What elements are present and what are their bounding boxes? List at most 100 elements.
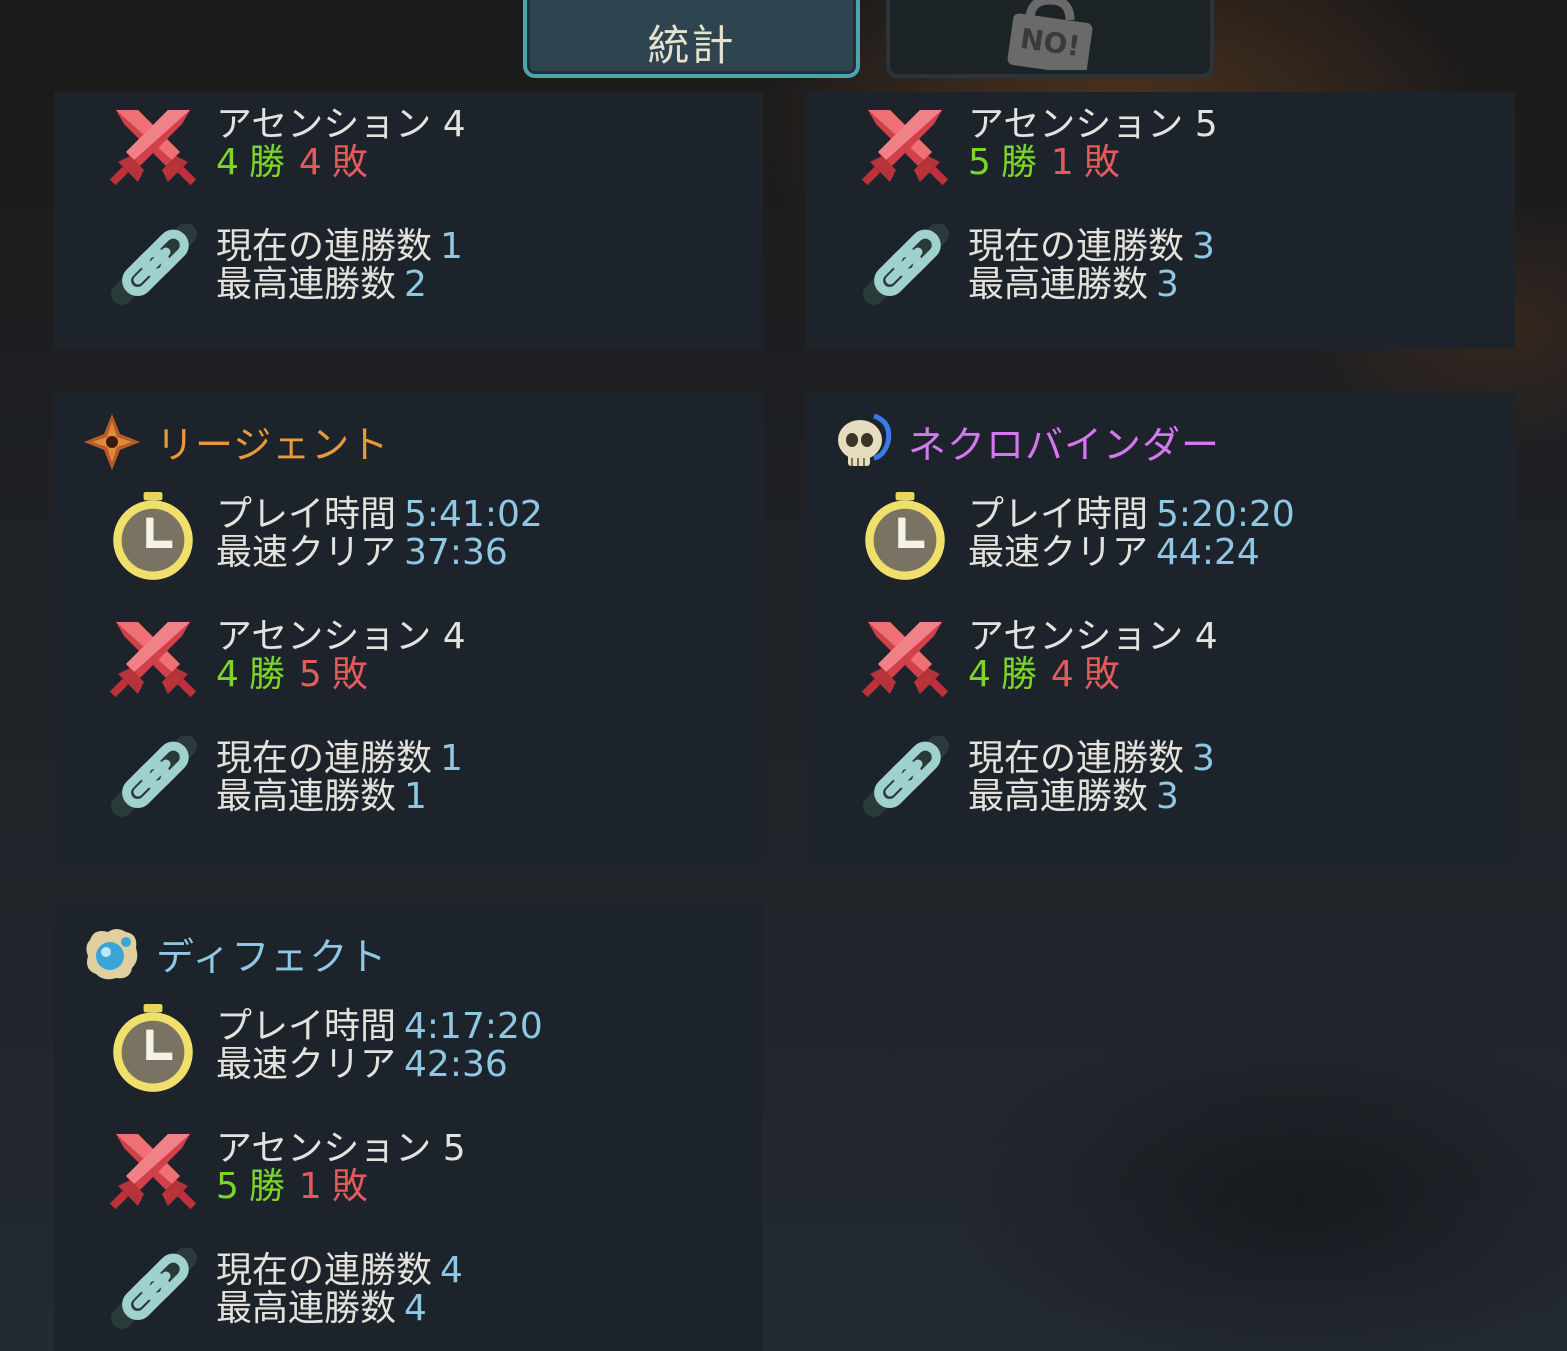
current-streak: 現在の連勝数 3 bbox=[968, 740, 1215, 778]
current-streak-value: 1 bbox=[440, 226, 463, 267]
wins-count: 5 bbox=[968, 142, 991, 183]
playtime-label: プレイ時間 bbox=[216, 1006, 397, 1047]
current-streak: 現在の連勝数 4 bbox=[216, 1252, 463, 1290]
regent-crown-icon bbox=[84, 414, 140, 470]
tab-stats-label: 統計 bbox=[647, 21, 736, 70]
playtime-value: 5:41:02 bbox=[404, 494, 543, 535]
current-streak-label: 現在の連勝数 bbox=[968, 226, 1185, 267]
win-loss-record: 5勝1敗 bbox=[968, 144, 1120, 182]
losses-count: 1 bbox=[1050, 142, 1074, 183]
fastest-clear-label: 最速クリア bbox=[968, 532, 1149, 573]
crossed-swords-icon bbox=[861, 622, 949, 698]
tab-stats[interactable]: 統計 bbox=[523, 0, 860, 78]
wins-suffix: 勝 bbox=[248, 142, 285, 183]
wins-suffix: 勝 bbox=[1000, 142, 1037, 183]
losses-suffix: 敗 bbox=[1083, 142, 1120, 183]
character-stats-panel-defect: ディフェクト プレイ時間 4:17:20 最速クリア 42:36 アセンション 5 … bbox=[54, 904, 763, 1351]
losses-suffix: 敗 bbox=[1083, 654, 1120, 695]
chain-icon bbox=[108, 224, 200, 316]
fastest-clear: 最速クリア 37:36 bbox=[216, 534, 508, 572]
stopwatch-icon bbox=[108, 492, 198, 582]
current-streak: 現在の連勝数 1 bbox=[216, 228, 463, 266]
ascension-level: アセンション 4 bbox=[968, 616, 1218, 657]
ascension-level: アセンション 5 bbox=[968, 104, 1218, 145]
current-streak-value: 3 bbox=[1192, 738, 1215, 779]
win-loss-record: 4勝5敗 bbox=[216, 656, 368, 694]
character-stats-panel-necrobinder: ネクロバインダー プレイ時間 5:20:20 最速クリア 44:24 アセンション … bbox=[806, 392, 1515, 861]
win-loss-record: 5勝1敗 bbox=[216, 1168, 368, 1206]
current-streak-value: 4 bbox=[440, 1250, 463, 1291]
best-streak: 最高連勝数 4 bbox=[216, 1290, 427, 1328]
crossed-swords-icon bbox=[861, 110, 949, 186]
best-streak-label: 最高連勝数 bbox=[216, 264, 397, 305]
current-streak-value: 3 bbox=[1192, 226, 1215, 267]
character-name: ディフェクト bbox=[156, 935, 388, 979]
ascension-level: アセンション 5 bbox=[216, 1128, 466, 1169]
chain-icon bbox=[108, 736, 200, 828]
playtime-value: 5:20:20 bbox=[1156, 494, 1295, 535]
crossed-swords-icon bbox=[109, 622, 197, 698]
lock-icon: NO! bbox=[1007, 0, 1093, 70]
wins-suffix: 勝 bbox=[1000, 654, 1037, 695]
playtime-value: 4:17:20 bbox=[404, 1006, 543, 1047]
wins-count: 5 bbox=[216, 1166, 239, 1207]
character-stats-panel: アセンション 5 5勝1敗 現在の連勝数 3 最高連勝数 3 bbox=[806, 92, 1515, 349]
current-streak-label: 現在の連勝数 bbox=[216, 226, 433, 267]
best-streak: 最高連勝数 1 bbox=[216, 778, 427, 816]
wins-count: 4 bbox=[216, 142, 239, 183]
win-loss-record: 4勝4敗 bbox=[216, 144, 368, 182]
wins-suffix: 勝 bbox=[248, 1166, 285, 1207]
wins-suffix: 勝 bbox=[248, 654, 285, 695]
fastest-clear-label: 最速クリア bbox=[216, 1044, 397, 1085]
playtime: プレイ時間 5:41:02 bbox=[216, 496, 543, 534]
wins-count: 4 bbox=[968, 654, 991, 695]
chain-icon bbox=[860, 736, 952, 828]
playtime: プレイ時間 4:17:20 bbox=[216, 1008, 543, 1046]
best-streak-label: 最高連勝数 bbox=[216, 1288, 397, 1329]
best-streak-label: 最高連勝数 bbox=[216, 776, 397, 817]
losses-count: 4 bbox=[298, 142, 322, 183]
current-streak-label: 現在の連勝数 bbox=[216, 1250, 433, 1291]
best-streak-value: 2 bbox=[404, 264, 427, 305]
character-stats-panel-regent: リージェント プレイ時間 5:41:02 最速クリア 37:36 アセンション 4 … bbox=[54, 392, 763, 861]
losses-suffix: 敗 bbox=[331, 142, 368, 183]
fastest-clear-value: 37:36 bbox=[404, 532, 508, 573]
defect-orb-icon bbox=[86, 929, 138, 980]
current-streak: 現在の連勝数 1 bbox=[216, 740, 463, 778]
stopwatch-icon bbox=[108, 1004, 198, 1094]
losses-count: 5 bbox=[298, 654, 322, 695]
ascension-level: アセンション 4 bbox=[216, 616, 466, 657]
crossed-swords-icon bbox=[109, 110, 197, 186]
losses-suffix: 敗 bbox=[331, 1166, 368, 1207]
wins-count: 4 bbox=[216, 654, 239, 695]
best-streak-value: 3 bbox=[1156, 264, 1179, 305]
fastest-clear: 最速クリア 44:24 bbox=[968, 534, 1260, 572]
chain-icon bbox=[860, 224, 952, 316]
current-streak-label: 現在の連勝数 bbox=[968, 738, 1185, 779]
playtime-label: プレイ時間 bbox=[968, 494, 1149, 535]
necrobinder-skull-icon bbox=[838, 413, 892, 466]
stopwatch-icon bbox=[860, 492, 950, 582]
crossed-swords-icon bbox=[109, 1134, 197, 1210]
character-stats-panel: アセンション 4 4勝4敗 現在の連勝数 1 最高連勝数 2 bbox=[54, 92, 763, 349]
fastest-clear-label: 最速クリア bbox=[216, 532, 397, 573]
best-streak-label: 最高連勝数 bbox=[968, 264, 1149, 305]
tab-locked[interactable]: NO! bbox=[886, 0, 1214, 78]
playtime-label: プレイ時間 bbox=[216, 494, 397, 535]
best-streak: 最高連勝数 2 bbox=[216, 266, 427, 304]
losses-suffix: 敗 bbox=[331, 654, 368, 695]
best-streak-value: 1 bbox=[404, 776, 427, 817]
character-name: リージェント bbox=[156, 423, 390, 467]
best-streak: 最高連勝数 3 bbox=[968, 778, 1179, 816]
current-streak-value: 1 bbox=[440, 738, 463, 779]
current-streak: 現在の連勝数 3 bbox=[968, 228, 1215, 266]
best-streak-value: 3 bbox=[1156, 776, 1179, 817]
losses-count: 4 bbox=[1050, 654, 1074, 695]
playtime: プレイ時間 5:20:20 bbox=[968, 496, 1295, 534]
fastest-clear-value: 42:36 bbox=[404, 1044, 508, 1085]
current-streak-label: 現在の連勝数 bbox=[216, 738, 433, 779]
win-loss-record: 4勝4敗 bbox=[968, 656, 1120, 694]
fastest-clear: 最速クリア 42:36 bbox=[216, 1046, 508, 1084]
best-streak-value: 4 bbox=[404, 1288, 427, 1329]
character-name: ネクロバインダー bbox=[908, 423, 1221, 467]
